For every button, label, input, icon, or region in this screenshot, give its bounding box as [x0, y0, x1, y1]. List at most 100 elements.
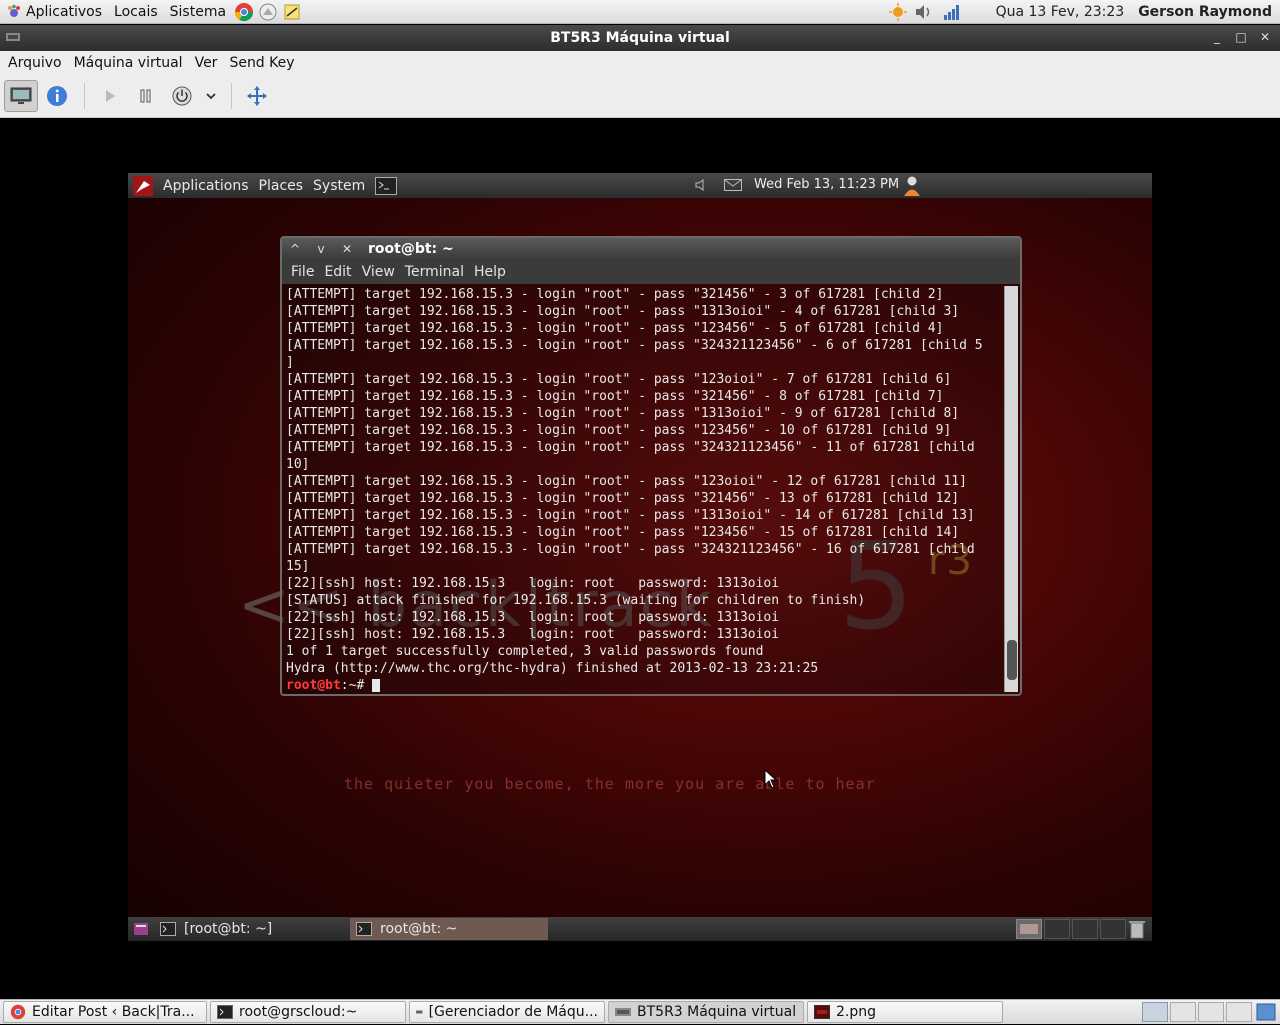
guest-top-panel: Applications Places System Wed Feb 13, 1… — [128, 173, 1152, 198]
terminal-title: root@bt: ~ — [368, 241, 454, 257]
text-editor-launcher-icon[interactable] — [280, 0, 304, 24]
host-task-label: [Gerenciador de Máqu... — [428, 1004, 598, 1020]
host-workspace-3[interactable] — [1198, 1002, 1224, 1022]
guest-display[interactable]: Applications Places System Wed Feb 13, 1… — [128, 173, 1152, 941]
host-workspace-4[interactable] — [1226, 1002, 1252, 1022]
terminal-menu-terminal[interactable]: Terminal — [400, 264, 469, 280]
shutdown-dropdown-button[interactable] — [201, 80, 221, 112]
guest-menu-system[interactable]: System — [308, 178, 370, 194]
terminal-output[interactable]: [ATTEMPT] target 192.168.15.3 - login "r… — [286, 286, 1002, 692]
terminal-titlebar[interactable]: ^ v ✕ root@bt: ~ — [282, 238, 1020, 260]
terminal-line: [22][ssh] host: 192.168.15.3 login: root… — [286, 610, 780, 625]
vm-window-titlebar[interactable]: BT5R3 Máquina virtual _ □ ✕ — [0, 25, 1280, 51]
show-desktop-icon[interactable] — [128, 917, 154, 941]
terminal-line: [ATTEMPT] target 192.168.15.3 - login "r… — [286, 304, 960, 319]
workspace-switcher[interactable] — [1016, 919, 1126, 939]
host-task-vm-window[interactable]: BT5R3 Máquina virtual — [608, 1001, 804, 1023]
terminal-shade-down-icon[interactable]: v — [308, 242, 334, 256]
menu-arquivo[interactable]: Arquivo — [2, 55, 68, 71]
terminal-menu-view[interactable]: View — [357, 264, 400, 280]
show-console-button[interactable] — [4, 80, 38, 112]
terminal-cursor — [372, 678, 381, 692]
mail-icon[interactable] — [724, 179, 742, 195]
terminal-line: [ATTEMPT] target 192.168.15.3 - login "r… — [286, 389, 944, 404]
terminal-line: [22][ssh] host: 192.168.15.3 login: root… — [286, 576, 780, 591]
terminal-prompt[interactable]: root@bt:~# — [286, 677, 1002, 692]
terminal-line: Hydra (http://www.thc.org/thc-hydra) fin… — [286, 661, 819, 676]
terminal-shade-up-icon[interactable]: ^ — [282, 242, 308, 256]
host-trash-icon[interactable] — [1256, 1003, 1276, 1025]
vm-toolbar — [0, 75, 1280, 118]
mouse-cursor-icon — [764, 768, 778, 793]
terminal-menu-edit[interactable]: Edit — [319, 264, 356, 280]
power-icon — [172, 86, 192, 106]
host-user-menu[interactable]: Gerson Raymond — [1138, 4, 1280, 20]
workspace-3[interactable] — [1072, 919, 1098, 939]
toolbar-separator — [231, 83, 232, 109]
guest-task-terminal-minimized[interactable]: [root@bt: ~] — [154, 918, 350, 940]
workspace-2[interactable] — [1044, 919, 1070, 939]
menu-maquina-virtual[interactable]: Máquina virtual — [68, 55, 189, 71]
run-button[interactable] — [93, 80, 127, 112]
guest-menu-places[interactable]: Places — [254, 178, 309, 194]
menu-send-key[interactable]: Send Key — [223, 55, 300, 71]
terminal-line: [ATTEMPT] target 192.168.15.3 - login "r… — [286, 542, 975, 557]
guest-clock[interactable]: Wed Feb 13, 11:23 PM — [754, 177, 899, 192]
vm-icon — [615, 1008, 631, 1016]
terminal-line: [22][ssh] host: 192.168.15.3 login: root… — [286, 627, 780, 642]
host-task-vm-manager[interactable]: [Gerenciador de Máqu... — [409, 1001, 605, 1023]
terminal-line: [ATTEMPT] target 192.168.15.3 - login "r… — [286, 491, 960, 506]
workspace-1[interactable] — [1016, 919, 1042, 939]
fullscreen-button[interactable] — [240, 80, 274, 112]
minimize-icon[interactable]: _ — [1208, 28, 1226, 46]
terminal-launcher-icon[interactable] — [374, 176, 398, 196]
guest-task-terminal-active[interactable]: root@bt: ~ — [350, 918, 548, 940]
volume-icon[interactable] — [910, 0, 938, 24]
workspace-4[interactable] — [1100, 919, 1126, 939]
gnome-foot-icon — [6, 4, 22, 20]
host-menu-applications[interactable]: Aplicativos — [0, 0, 108, 24]
guest-bottom-panel: [root@bt: ~] root@bt: ~ — [128, 917, 1152, 941]
terminal-icon — [356, 922, 372, 936]
trash-icon[interactable] — [1128, 919, 1146, 941]
host-workspace-2[interactable] — [1170, 1002, 1196, 1022]
host-task-terminal[interactable]: root@grscloud:~ — [210, 1001, 406, 1023]
terminal-menu-help[interactable]: Help — [469, 264, 511, 280]
weather-icon[interactable] — [886, 0, 910, 24]
chevron-down-icon — [206, 93, 216, 100]
terminal-line: [ATTEMPT] target 192.168.15.3 - login "r… — [286, 508, 975, 523]
host-top-panel: Aplicativos Locais Sistema Qua 13 Fev, 2… — [0, 0, 1280, 24]
host-clock[interactable]: Qua 13 Fev, 23:23 — [966, 4, 1139, 20]
terminal-line: ] — [286, 355, 294, 370]
terminal-scrollbar-thumb[interactable] — [1007, 640, 1017, 680]
guest-volume-icon[interactable] — [694, 178, 708, 196]
backtrack-dragon-icon[interactable] — [128, 173, 158, 198]
toolbar-separator — [84, 83, 85, 109]
pause-button[interactable] — [129, 80, 163, 112]
user-switcher-icon[interactable] — [902, 175, 922, 201]
menu-ver[interactable]: Ver — [189, 55, 224, 71]
host-workspace-switcher[interactable] — [1142, 1002, 1252, 1022]
terminal-window[interactable]: ^ v ✕ root@bt: ~ File Edit View Terminal… — [280, 236, 1022, 696]
network-signal-icon[interactable] — [938, 0, 966, 24]
host-workspace-1[interactable] — [1142, 1002, 1168, 1022]
window-menu-icon[interactable] — [6, 31, 20, 47]
host-menu-places[interactable]: Locais — [108, 0, 164, 24]
guest-menu-applications[interactable]: Applications — [158, 178, 254, 194]
host-menu-system[interactable]: Sistema — [164, 0, 232, 24]
maximize-icon[interactable]: □ — [1232, 28, 1250, 46]
terminal-scrollbar[interactable] — [1004, 286, 1018, 692]
info-icon — [47, 86, 67, 106]
terminal-line: 1 of 1 target successfully completed, 3 … — [286, 644, 764, 659]
show-details-button[interactable] — [40, 80, 74, 112]
terminal-close-icon[interactable]: ✕ — [334, 242, 360, 256]
network-launcher-icon[interactable] — [256, 0, 280, 24]
chrome-launcher-icon[interactable] — [232, 0, 256, 24]
close-icon[interactable]: ✕ — [1256, 28, 1274, 46]
host-task-chrome[interactable]: Editar Post ‹ Back|Tra... — [3, 1001, 207, 1023]
terminal-menu-file[interactable]: File — [286, 264, 319, 280]
host-task-image[interactable]: 2.png — [807, 1001, 1003, 1023]
shutdown-button[interactable] — [165, 80, 199, 112]
host-menu-system-label: Sistema — [169, 3, 227, 20]
vm-manager-icon — [416, 1010, 423, 1014]
